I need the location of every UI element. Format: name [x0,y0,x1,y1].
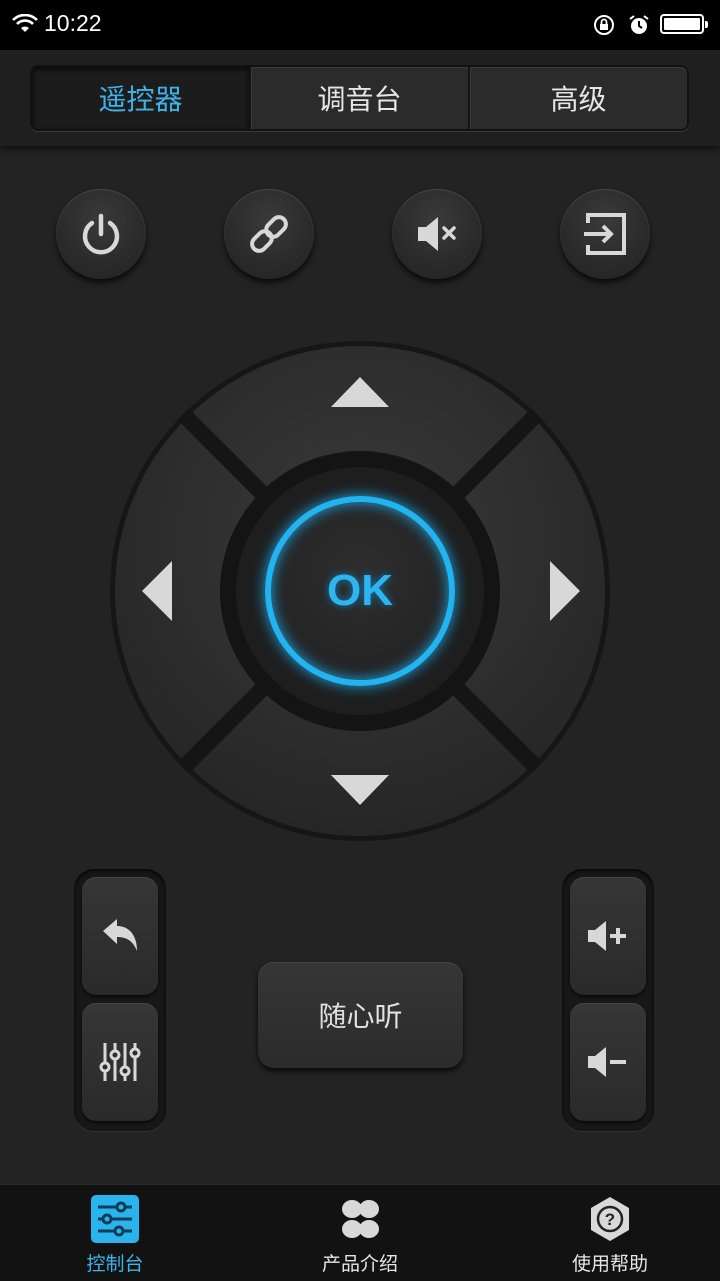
rotation-lock-icon [594,15,614,35]
bottom-nav: 控制台 产品介绍 ? 使用帮助 [0,1184,720,1281]
svg-text:?: ? [605,1210,615,1229]
status-time: 10:22 [44,10,102,36]
tab-remote[interactable]: 遥控器 [32,67,249,129]
back-button[interactable] [82,877,158,995]
link-button[interactable] [224,189,314,279]
status-bar: 10:22 [0,0,720,50]
input-source-button[interactable] [560,189,650,279]
tab-bar: 遥控器 调音台 高级 [30,65,689,131]
nav-product[interactable]: 产品介绍 [260,1185,460,1281]
mute-icon [418,217,456,251]
nav-label-help: 使用帮助 [571,1253,648,1275]
left-pod [74,869,166,1131]
dpad-up-button[interactable] [327,373,393,413]
tab-mixer[interactable]: 调音台 [249,67,468,129]
equalizer-icon [99,1043,141,1081]
volume-down-icon [588,1047,626,1077]
nav-label-control-panel: 控制台 [86,1253,144,1275]
ok-button[interactable]: OK [265,496,455,686]
control-panel-icon [91,1195,139,1243]
nav-control-panel[interactable]: 控制台 [15,1185,215,1281]
alarm-icon [629,15,649,34]
dpad-right-button[interactable] [544,557,584,625]
power-button[interactable] [56,189,146,279]
tab-area: 遥控器 调音台 高级 [0,50,720,146]
link-icon [250,215,288,253]
dpad-left-button[interactable] [138,557,178,625]
power-icon [82,213,120,255]
volume-down-button[interactable] [570,1003,646,1121]
nav-label-product: 产品介绍 [321,1253,398,1275]
mute-button[interactable] [392,189,482,279]
right-pod [562,869,654,1131]
volume-up-button[interactable] [570,877,646,995]
help-icon: ? [591,1197,629,1241]
battery-icon [660,14,708,34]
dpad-down-button[interactable] [327,769,393,809]
ok-label: OK [327,566,393,615]
volume-up-icon [588,921,626,951]
equalizer-button[interactable] [82,1003,158,1121]
wifi-icon [12,14,38,32]
listen-button[interactable]: 随心听 [258,962,463,1068]
input-source-icon [584,213,626,255]
nav-help[interactable]: ? 使用帮助 [510,1185,710,1281]
tab-advanced[interactable]: 高级 [468,67,687,129]
back-icon [103,919,137,951]
product-icon [342,1200,379,1238]
